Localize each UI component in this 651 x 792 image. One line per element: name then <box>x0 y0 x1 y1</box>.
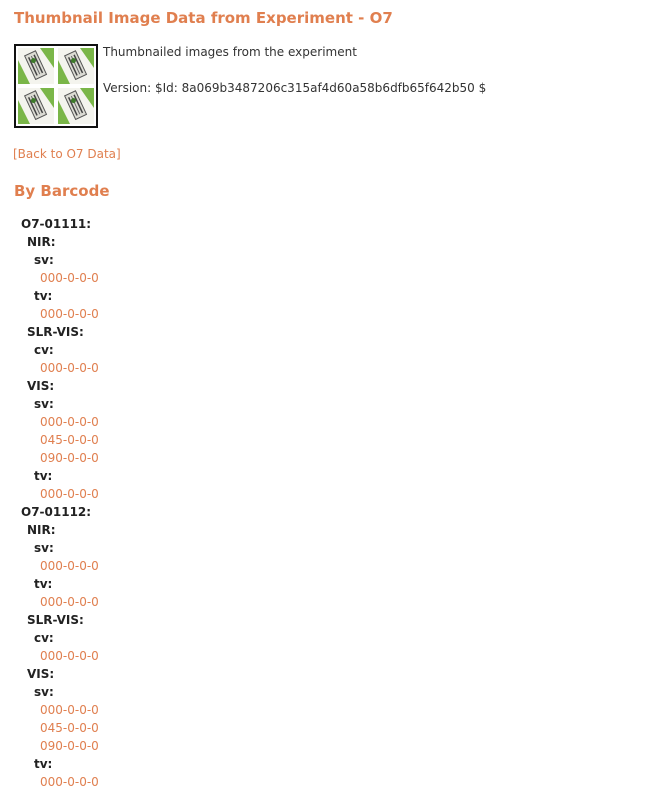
image-link[interactable]: 000-0-0-0 <box>40 559 99 573</box>
image-link[interactable]: 000-0-0-0 <box>40 271 99 285</box>
image-row: 000-0-0-0 <box>0 701 651 719</box>
image-row: 000-0-0-0 <box>0 773 651 791</box>
view-label: tv: <box>34 289 53 303</box>
image-link[interactable]: 090-0-0-0 <box>40 739 99 753</box>
image-link[interactable]: 000-0-0-0 <box>40 595 99 609</box>
camera-label: NIR: <box>27 235 56 249</box>
image-row: 000-0-0-0 <box>0 485 651 503</box>
image-row: 045-0-0-0 <box>0 719 651 737</box>
camera-label: VIS: <box>27 667 55 681</box>
image-row: 000-0-0-0 <box>0 269 651 287</box>
view-label: sv: <box>34 397 54 411</box>
view-label: tv: <box>34 469 53 483</box>
image-link[interactable]: 000-0-0-0 <box>40 307 99 321</box>
image-link[interactable]: 045-0-0-0 <box>40 433 99 447</box>
image-row: 000-0-0-0 <box>0 305 651 323</box>
plant-thumbnails-icon <box>14 44 98 128</box>
image-row: 000-0-0-0 <box>0 359 651 377</box>
image-row: 045-0-0-0 <box>0 431 651 449</box>
image-row: 000-0-0-0 <box>0 413 651 431</box>
version-string: Version: $Id: 8a069b3487206c315af4d60a58… <box>103 81 487 95</box>
by-barcode-heading: By Barcode <box>14 182 110 200</box>
view-label: tv: <box>34 757 53 771</box>
barcode-tree: O7-01111: NIR: sv: 000-0-0-0 tv: 000-0-0-0 SLR… <box>0 215 651 791</box>
image-link[interactable]: 000-0-0-0 <box>40 487 99 501</box>
camera-label: SLR-VIS: <box>27 325 84 339</box>
experiment-description: Thumbnailed images from the experiment <box>103 45 357 59</box>
view-label: cv: <box>34 343 54 357</box>
camera-label: NIR: <box>27 523 56 537</box>
thumbnail-tile <box>18 88 54 124</box>
image-link[interactable]: 000-0-0-0 <box>40 415 99 429</box>
camera-label: VIS: <box>27 379 55 393</box>
thumbnail-tile <box>58 88 94 124</box>
image-row: 000-0-0-0 <box>0 557 651 575</box>
barcode-label: O7-01111: <box>21 217 92 231</box>
thumbnail-tile <box>58 48 94 84</box>
view-label: sv: <box>34 253 54 267</box>
page-title: Thumbnail Image Data from Experiment - O… <box>14 9 393 27</box>
image-link[interactable]: 000-0-0-0 <box>40 703 99 717</box>
view-label: tv: <box>34 577 53 591</box>
view-label: sv: <box>34 541 54 555</box>
image-row: 000-0-0-0 <box>0 593 651 611</box>
back-to-data-link[interactable]: [Back to O7 Data] <box>13 147 121 161</box>
image-link[interactable]: 090-0-0-0 <box>40 451 99 465</box>
barcode-label: O7-01112: <box>21 505 92 519</box>
plant-thumbnails-graphic <box>18 48 94 124</box>
image-row: 090-0-0-0 <box>0 449 651 467</box>
image-link[interactable]: 000-0-0-0 <box>40 361 99 375</box>
view-label: sv: <box>34 685 54 699</box>
image-row: 000-0-0-0 <box>0 647 651 665</box>
image-row: 090-0-0-0 <box>0 737 651 755</box>
thumbnail-tile <box>18 48 54 84</box>
image-link[interactable]: 045-0-0-0 <box>40 721 99 735</box>
camera-label: SLR-VIS: <box>27 613 84 627</box>
image-link[interactable]: 000-0-0-0 <box>40 649 99 663</box>
image-link[interactable]: 000-0-0-0 <box>40 775 99 789</box>
view-label: cv: <box>34 631 54 645</box>
